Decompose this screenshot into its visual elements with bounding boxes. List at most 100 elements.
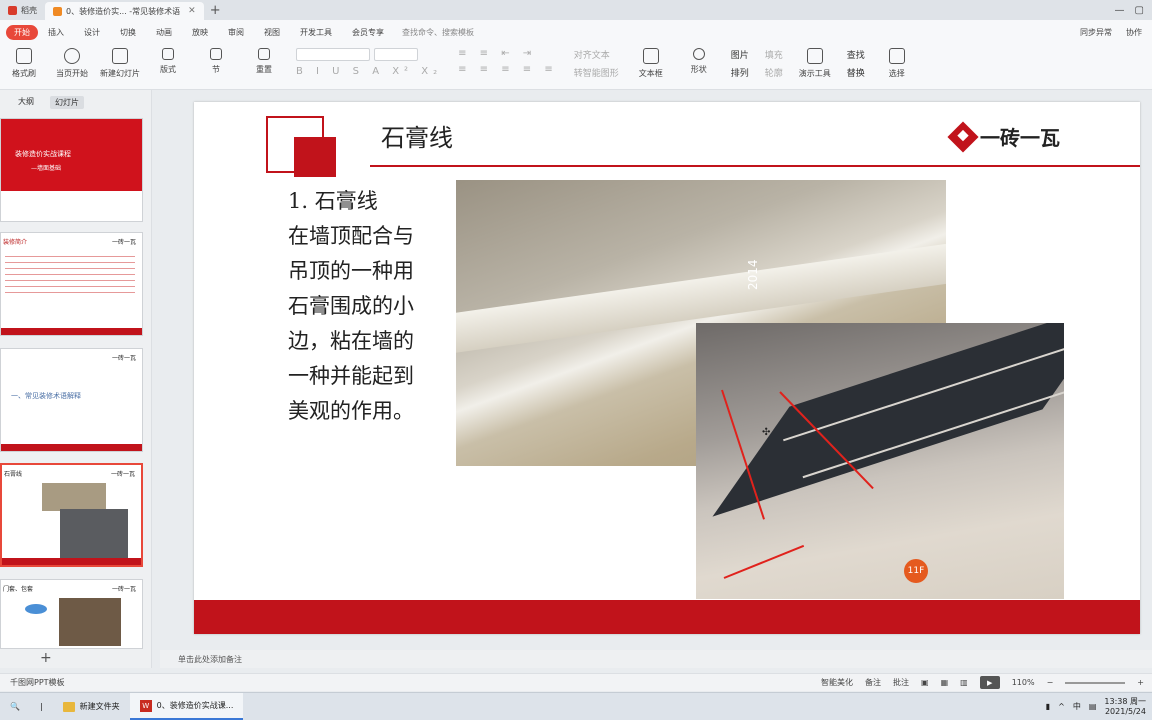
current-slide[interactable]: 石膏线 一砖一瓦 1. 石膏线 在墙顶配合与 吊顶的一种用 石膏围成的小 边，粘…	[194, 102, 1140, 634]
body-line-2: 在墙顶配合与	[288, 224, 414, 248]
brand-diamond-icon	[947, 120, 979, 153]
slide-thumb-4[interactable]: 石膏线 一砖一瓦	[0, 463, 143, 567]
menu-member[interactable]: 会员专享	[342, 27, 394, 38]
play-from-current-label: 当页开始	[56, 69, 88, 78]
folder-icon	[62, 701, 75, 712]
reset-label: 重置	[256, 65, 272, 74]
textbox-button[interactable]: 文本框	[627, 48, 675, 79]
menu-transition[interactable]: 切换	[110, 27, 146, 38]
zoom-level[interactable]: 110%	[1012, 678, 1035, 687]
collab-button[interactable]: 协作	[1126, 27, 1142, 38]
template-name: 千图网PPT模板	[10, 678, 65, 687]
input-method[interactable]: 中	[1073, 701, 1081, 712]
reading-view-icon[interactable]: ▥	[960, 678, 968, 687]
find-label: 查找	[846, 51, 865, 61]
slide-title[interactable]: 石膏线	[381, 118, 453, 153]
thumb-5-title: 门套、包套	[3, 586, 34, 593]
new-tab-button[interactable]: +	[204, 0, 227, 20]
slide-thumb-3[interactable]: 一砖一瓦 一、常见装修术语解释	[0, 348, 143, 452]
list-buttons[interactable]: ≡ ≡ ⇤ ⇥	[458, 48, 558, 59]
command-search[interactable]: 查找命令、搜索模板	[402, 27, 474, 38]
clock[interactable]: 13:38 周一 2021/5/24	[1104, 697, 1146, 717]
thumb-4-title: 石膏线	[4, 471, 23, 478]
menu-view[interactable]: 视图	[254, 27, 290, 38]
slide-panel-tabs: 大纲 幻灯片	[0, 90, 151, 109]
sorter-view-icon[interactable]: ▦	[941, 678, 949, 687]
align-buttons[interactable]: ≡ ≡ ≡ ≡ ≡	[458, 64, 558, 75]
convert-smartart-button[interactable]: 转智能图形	[574, 66, 619, 79]
taskbar-wps-label: 0、装修造价实战课...	[156, 701, 234, 710]
slide-thumb-1[interactable]: 装修造价实战课程 —墙面基础	[0, 118, 143, 222]
shape-button[interactable]: 形状	[675, 48, 723, 75]
floor-sign: 11F	[904, 559, 928, 583]
reset-button[interactable]: 重置	[240, 48, 288, 75]
battery-icon[interactable]: ▮	[1046, 702, 1050, 711]
smart-beautify-button[interactable]: 智能美化	[821, 677, 853, 688]
notes-placeholder: 单击此处添加备注	[178, 654, 242, 664]
taskbar-folder-label: 新建文件夹	[79, 702, 120, 711]
menu-start[interactable]: 开始	[6, 24, 38, 40]
sync-status[interactable]: 同步异常	[1080, 27, 1112, 38]
slide-thumb-5[interactable]: 门套、包套 一砖一瓦	[0, 579, 143, 649]
comments-toggle[interactable]: 批注	[893, 677, 909, 688]
thumb-4-logo: 一砖一瓦	[110, 471, 135, 478]
taskbar-item-folder[interactable]: 新建文件夹	[53, 693, 130, 720]
section-button[interactable]: 节	[192, 48, 240, 75]
photo-ceiling[interactable]: 11F ✣	[696, 323, 1064, 599]
photo-watermark: 2014	[746, 259, 760, 290]
thumb-3-logo: 一砖一瓦	[111, 355, 136, 362]
minimize-icon[interactable]: —	[1115, 5, 1125, 16]
font-size-select[interactable]	[374, 48, 418, 61]
presenter-tools-button[interactable]: 演示工具	[791, 48, 839, 79]
thumb-4-photo2	[60, 509, 128, 559]
layout-button[interactable]: 版式	[144, 48, 192, 75]
normal-view-icon[interactable]: ▣	[921, 678, 929, 687]
tray-expand-icon[interactable]: ^	[1058, 702, 1065, 711]
taskbar-item-wps[interactable]: W 0、装修造价实战课...	[129, 693, 244, 720]
tab-slides[interactable]: 幻灯片	[50, 96, 84, 109]
font-controls: B I U S A X² X₂	[296, 48, 442, 77]
fill-button[interactable]: 填充	[765, 48, 783, 61]
menu-design[interactable]: 设计	[74, 27, 110, 38]
tab-outline[interactable]: 大纲	[18, 96, 34, 109]
convert-smartart-label: 转智能图形	[573, 69, 619, 79]
thumb-2-text	[5, 251, 135, 297]
menu-developer[interactable]: 开发工具	[290, 27, 342, 38]
zoom-in-icon[interactable]: +	[1137, 678, 1144, 687]
find-replace-controls: 查找 替换	[847, 48, 865, 79]
play-from-current-button[interactable]: 当页开始	[48, 48, 96, 79]
slide-body-text[interactable]: 1. 石膏线 在墙顶配合与 吊顶的一种用 石膏围成的小 边，粘在墙的 一种并能起…	[288, 184, 458, 429]
find-button[interactable]: 查找	[847, 48, 865, 61]
add-slide-button[interactable]: +	[40, 650, 52, 666]
select-button[interactable]: 选择	[873, 48, 921, 79]
notes-pane[interactable]: 单击此处添加备注	[160, 650, 1152, 668]
new-slide-button[interactable]: 新建幻灯片	[96, 48, 144, 79]
align-text-button[interactable]: 对齐文本	[574, 48, 619, 61]
notes-toggle[interactable]: 备注	[865, 677, 881, 688]
window-controls: — ▢	[1115, 0, 1152, 20]
font-family-select[interactable]	[296, 48, 370, 61]
zoom-out-icon[interactable]: −	[1047, 678, 1054, 687]
play-icon	[64, 48, 80, 64]
title-rule	[370, 165, 1140, 167]
arrange-button[interactable]: 排列	[731, 66, 749, 79]
search-icon[interactable]: 🔍	[0, 693, 30, 720]
replace-button[interactable]: 替换	[847, 66, 865, 79]
tab-home[interactable]: 稻壳	[0, 0, 45, 20]
menu-slideshow[interactable]: 放映	[182, 27, 218, 38]
menu-insert[interactable]: 插入	[38, 27, 74, 38]
ime-icon[interactable]: ▤	[1089, 702, 1097, 711]
outline-button[interactable]: 轮廓	[765, 66, 783, 79]
picture-button[interactable]: 图片	[731, 48, 749, 61]
tab-document[interactable]: 0、装修造价实... -常见装修术语 ✕	[45, 2, 204, 20]
slide-thumb-2[interactable]: 装修简介 一砖一瓦	[0, 232, 143, 336]
font-style-buttons[interactable]: B I U S A X² X₂	[296, 66, 442, 77]
format-painter-button[interactable]: 格式刷	[0, 48, 48, 79]
body-line-3: 吊顶的一种用	[288, 259, 414, 283]
slideshow-play-button[interactable]: ▶	[979, 676, 1000, 689]
close-tab-icon[interactable]: ✕	[188, 6, 196, 16]
menu-review[interactable]: 审阅	[218, 27, 254, 38]
zoom-slider[interactable]	[1065, 681, 1126, 684]
restore-icon[interactable]: ▢	[1135, 5, 1144, 16]
menu-animation[interactable]: 动画	[146, 27, 182, 38]
